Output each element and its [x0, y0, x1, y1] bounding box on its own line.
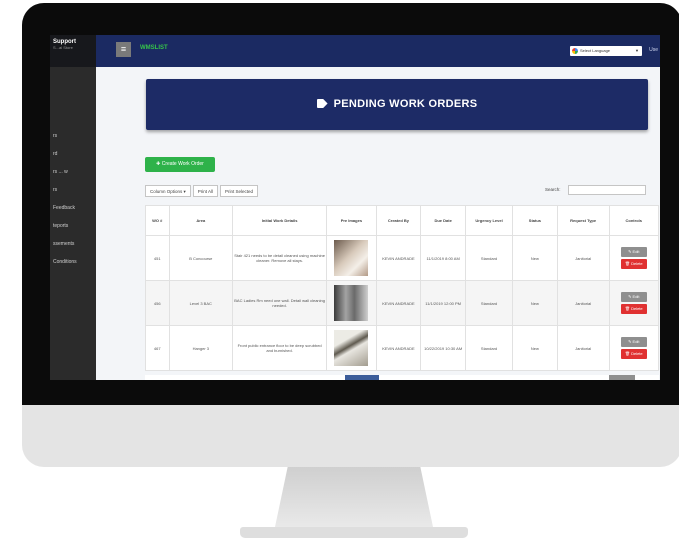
banner-title-wrap: PENDING WORK ORDERS — [146, 98, 648, 110]
edit-button[interactable]: ✎ Edit — [620, 247, 647, 257]
controls-cell: ✎ Edit 🗑 Delete — [608, 325, 660, 371]
table-row-partial — [145, 375, 659, 380]
column-header[interactable]: Initial Work Details — [232, 205, 328, 236]
column-header[interactable]: Pre Images — [326, 205, 377, 236]
wo-number: 456 — [145, 280, 170, 326]
sidebar-item[interactable]: rs — [50, 181, 96, 199]
monitor-stand-neck — [275, 467, 433, 527]
screen: Support S...al Store rs rd rs ... w rs F… — [50, 35, 660, 380]
table-row: 456 Level 3 BAC BAC Ladies Rm need one w… — [145, 280, 660, 326]
hamburger-icon[interactable]: ≡ — [116, 42, 131, 57]
chevron-down-icon: ▼ — [635, 48, 639, 53]
sidebar-item[interactable]: rs ... w — [50, 163, 96, 181]
pre-image-thumbnail[interactable] — [334, 240, 369, 276]
row-controls: ✎ Edit 🗑 Delete — [611, 292, 657, 314]
delete-button[interactable]: 🗑 Delete — [620, 349, 647, 359]
page-title: PENDING WORK ORDERS — [333, 98, 478, 110]
work-orders-table: WO # Area Initial Work Details Pre Image… — [145, 205, 660, 371]
table-toolbar: Column Options ▾ Print All Print Selecte… — [145, 185, 260, 197]
request-type-cell: Janitorial — [556, 280, 610, 326]
column-options-button[interactable]: Column Options ▾ — [145, 185, 191, 197]
print-selected-button[interactable]: Print Selected — [220, 185, 259, 197]
sidebar-item-assessments[interactable]: ssements — [50, 235, 96, 253]
tag-icon — [316, 99, 328, 108]
created-by-cell: KEVIN ANDRADE — [375, 235, 422, 281]
wo-number: 451 — [145, 235, 170, 281]
due-date-cell: 11/1/2019 8:00 AM — [420, 235, 466, 281]
table-row: 467 Hanger 3 Front public entrance floor… — [145, 325, 660, 371]
column-header[interactable]: Urgency Level — [464, 205, 514, 236]
details-cell: BAC Ladies Rm need one wall. Detail wall… — [232, 280, 328, 326]
column-header[interactable]: Status — [512, 205, 558, 236]
controls-cell: ✎ Edit 🗑 Delete — [608, 235, 660, 281]
page-banner: PENDING WORK ORDERS — [146, 79, 648, 130]
sidebar-header: Support S...al Store — [50, 35, 96, 67]
controls-cell: ✎ Edit 🗑 Delete — [608, 280, 660, 326]
pre-image-thumbnail[interactable] — [334, 330, 369, 366]
search-label: Search: — [545, 187, 561, 192]
status-cell: New — [512, 325, 558, 371]
search-input[interactable] — [568, 185, 646, 195]
column-header[interactable]: Request Type — [556, 205, 610, 236]
table-row: 451 B Concourse Stair 421 needs to be de… — [145, 235, 660, 281]
column-header[interactable]: Area — [168, 205, 234, 236]
status-cell: New — [512, 235, 558, 281]
details-cell: Front public entrance floor to be deep s… — [232, 325, 328, 371]
pre-image-thumbnail-partial[interactable] — [345, 375, 379, 380]
top-navbar: ≡ WMSLIST Select Language ▼ Use — [96, 35, 660, 67]
urgency-cell: Standard — [464, 325, 514, 371]
created-by-cell: KEVIN ANDRADE — [375, 280, 422, 326]
area-cell: B Concourse — [168, 235, 234, 281]
due-date-cell: 10/22/2019 10:30 AM — [420, 325, 466, 371]
sidebar-item-feedback[interactable]: Feedback — [50, 199, 96, 217]
sidebar: Support S...al Store rs rd rs ... w rs F… — [50, 35, 96, 380]
language-select-label: Select Language — [580, 48, 611, 53]
area-cell: Hanger 3 — [168, 325, 234, 371]
wo-number: 467 — [145, 325, 170, 371]
sidebar-item[interactable]: rd — [50, 145, 96, 163]
user-menu[interactable]: Use — [649, 47, 658, 53]
pre-image-cell — [326, 280, 377, 326]
pre-image-thumbnail[interactable] — [334, 285, 369, 321]
details-cell: Stair 421 needs to be detail cleaned usi… — [232, 235, 328, 281]
edit-button[interactable]: ✎ Edit — [620, 292, 647, 302]
monitor-stand-foot — [240, 527, 468, 538]
edit-button[interactable]: ✎ Edit — [620, 337, 647, 347]
sidebar-item-reports[interactable]: teports — [50, 217, 96, 235]
due-date-cell: 11/1/2019 12:00 PM — [420, 280, 466, 326]
create-work-order-button[interactable]: ✚ Create Work Order — [145, 157, 215, 172]
print-all-button[interactable]: Print All — [192, 185, 219, 197]
sidebar-item-conditions[interactable]: Conditions — [50, 253, 96, 271]
delete-button[interactable]: 🗑 Delete — [620, 259, 647, 269]
column-header[interactable]: WO # — [145, 205, 170, 236]
sidebar-item[interactable]: rs — [50, 127, 96, 145]
urgency-cell: Standard — [464, 280, 514, 326]
delete-button[interactable]: 🗑 Delete — [620, 304, 647, 314]
row-controls: ✎ Edit 🗑 Delete — [611, 247, 657, 269]
created-by-cell: KEVIN ANDRADE — [375, 325, 422, 371]
status-cell: New — [512, 280, 558, 326]
column-header[interactable]: Due Date — [420, 205, 466, 236]
column-header[interactable]: Created By — [375, 205, 422, 236]
area-cell: Level 3 BAC — [168, 280, 234, 326]
pre-image-cell — [326, 235, 377, 281]
pre-image-cell — [326, 325, 377, 371]
brand-name[interactable]: WMSLIST — [140, 45, 168, 51]
request-type-cell: Janitorial — [556, 235, 610, 281]
row-controls: ✎ Edit 🗑 Delete — [611, 337, 657, 359]
language-select[interactable]: Select Language ▼ — [570, 46, 642, 56]
edit-button-partial[interactable] — [609, 375, 635, 380]
urgency-cell: Standard — [464, 235, 514, 281]
google-icon — [572, 48, 578, 54]
request-type-cell: Janitorial — [556, 325, 610, 371]
table-header-row: WO # Area Initial Work Details Pre Image… — [145, 205, 660, 236]
column-header: Controls — [608, 205, 660, 236]
sidebar-subtitle: S...al Store — [53, 45, 73, 50]
